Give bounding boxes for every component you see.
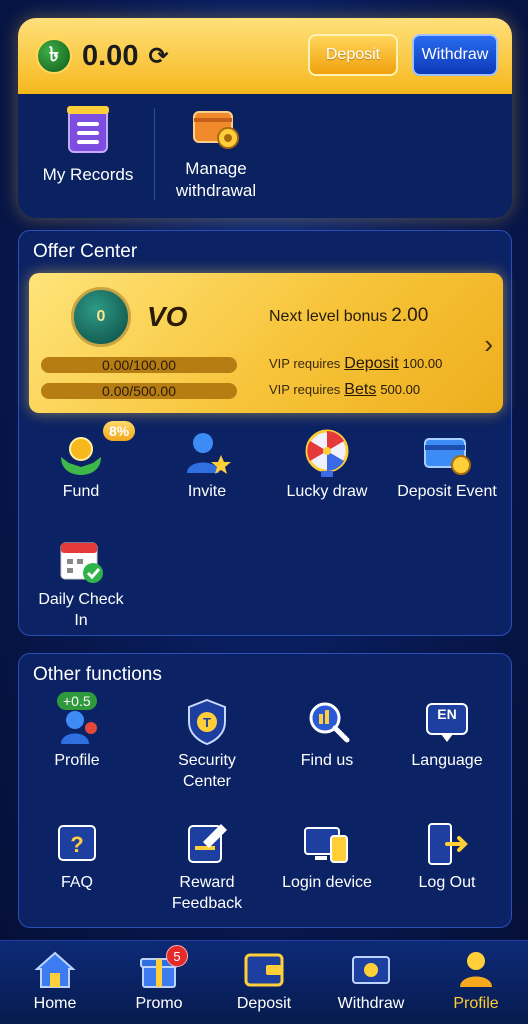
profile-label: Profile bbox=[54, 752, 100, 769]
divider bbox=[154, 108, 155, 200]
login-device-label: Login device bbox=[282, 874, 372, 891]
bets-req-prefix: VIP requires bbox=[269, 382, 341, 397]
next-level-value: 2.00 bbox=[391, 305, 429, 326]
nav-promo[interactable]: 5 Promo bbox=[114, 945, 204, 1013]
records-row: My Records Manage withdrawal bbox=[18, 94, 512, 218]
nav-deposit[interactable]: Deposit bbox=[219, 947, 309, 1013]
profile-bonus-badge: +0.5 bbox=[57, 692, 97, 710]
vip-card[interactable]: 0 VO Next level bonus 2.00 0.00/100.00 0.… bbox=[29, 273, 503, 413]
fund-icon bbox=[61, 437, 101, 475]
question-icon: ? bbox=[58, 825, 96, 861]
language-item[interactable]: EN Language bbox=[397, 696, 497, 771]
bets-progress-bar: 0.00/500.00 bbox=[41, 383, 237, 399]
bets-requirement: VIP requires Bets 500.00 bbox=[269, 381, 420, 399]
logout-door-icon bbox=[428, 823, 468, 865]
bets-link[interactable]: Bets bbox=[344, 381, 376, 398]
log-out-item[interactable]: Log Out bbox=[397, 818, 497, 893]
deposit-req-value: 100.00 bbox=[402, 356, 443, 371]
language-code: EN bbox=[437, 706, 457, 722]
invite-item[interactable]: Invite bbox=[157, 427, 257, 502]
fund-label: Fund bbox=[62, 483, 100, 500]
balance-card: ৳ 0.00 ⟳ Deposit Withdraw My Records Man… bbox=[18, 18, 512, 218]
security-center-label: Security Center bbox=[178, 752, 236, 790]
bets-req-value: 500.00 bbox=[380, 382, 421, 397]
deposit-button[interactable]: Deposit bbox=[308, 34, 398, 76]
nav-promo-label: Promo bbox=[135, 995, 183, 1012]
nav-profile[interactable]: Profile bbox=[431, 947, 521, 1013]
deposit-event-item[interactable]: Deposit Event bbox=[397, 427, 497, 502]
deposit-requirement: VIP requires Deposit 100.00 bbox=[269, 355, 442, 373]
nav-home[interactable]: Home bbox=[10, 947, 100, 1013]
daily-check-in-item[interactable]: Daily Check In bbox=[31, 535, 131, 631]
home-icon bbox=[34, 951, 76, 988]
svg-text:T: T bbox=[203, 715, 211, 730]
reward-feedback-label: Reward Feedback bbox=[171, 874, 243, 912]
lucky-draw-label: Lucky draw bbox=[286, 483, 368, 500]
balance-amount: 0.00 bbox=[82, 39, 139, 72]
next-level-bonus: Next level bonus 2.00 bbox=[269, 305, 428, 327]
other-functions-title: Other functions bbox=[33, 664, 162, 685]
find-us-label: Find us bbox=[300, 752, 354, 769]
profile-icon bbox=[460, 952, 492, 987]
chevron-right-icon[interactable]: › bbox=[484, 329, 493, 360]
faq-item[interactable]: ? FAQ bbox=[27, 818, 127, 893]
vip-level: VO bbox=[147, 301, 188, 332]
language-bubble-icon bbox=[426, 703, 468, 742]
deposit-link[interactable]: Deposit bbox=[344, 355, 398, 372]
wallet-settings-icon bbox=[193, 111, 239, 149]
nav-home-label: Home bbox=[33, 995, 77, 1012]
security-center-item[interactable]: T Security Center bbox=[157, 696, 257, 792]
feedback-edit-icon bbox=[188, 824, 227, 863]
shield-icon: T bbox=[188, 698, 226, 746]
login-device-item[interactable]: Login device bbox=[277, 818, 377, 893]
deposit-req-prefix: VIP requires bbox=[269, 356, 341, 371]
nav-deposit-label: Deposit bbox=[236, 995, 292, 1012]
lucky-wheel-icon bbox=[305, 429, 349, 477]
other-functions-card: Other functions +0.5 Profile T Security … bbox=[18, 653, 512, 928]
svg-text:?: ? bbox=[70, 832, 83, 857]
manage-withdrawal-label: Manage withdrawal bbox=[175, 159, 257, 200]
balance-bar: ৳ 0.00 ⟳ Deposit Withdraw bbox=[18, 18, 512, 94]
find-us-item[interactable]: Find us bbox=[277, 696, 377, 771]
offer-center-card: Offer Center 0 VO Next level bonus 2.00 0… bbox=[18, 230, 512, 636]
profile-item[interactable]: +0.5 Profile bbox=[27, 692, 127, 771]
fund-item[interactable]: 8% Fund bbox=[31, 421, 136, 502]
language-label: Language bbox=[411, 752, 483, 769]
offer-center-title: Offer Center bbox=[33, 241, 138, 262]
currency-coin-icon: ৳ bbox=[36, 38, 72, 74]
wallet-icon bbox=[244, 953, 284, 987]
deposit-event-label: Deposit Event bbox=[397, 483, 497, 500]
refresh-icon[interactable]: ⟳ bbox=[148, 42, 168, 71]
magnifier-icon bbox=[309, 702, 350, 743]
nav-withdraw-label: Withdraw bbox=[337, 995, 405, 1012]
invite-label: Invite bbox=[187, 483, 227, 500]
lucky-draw-item[interactable]: Lucky draw bbox=[277, 427, 377, 502]
bottom-nav: Home 5 Promo Deposit Withdraw Profile bbox=[0, 940, 528, 1024]
faq-label: FAQ bbox=[60, 874, 93, 891]
fund-rate-badge: 8% bbox=[103, 421, 136, 441]
next-level-label: Next level bonus bbox=[269, 308, 388, 325]
invite-user-icon bbox=[187, 433, 231, 474]
nav-profile-label: Profile bbox=[453, 995, 499, 1012]
log-out-label: Log Out bbox=[418, 874, 476, 891]
reward-feedback-item[interactable]: Reward Feedback bbox=[157, 818, 257, 914]
devices-icon bbox=[304, 827, 348, 863]
my-records-item[interactable]: My Records bbox=[38, 104, 138, 186]
withdraw-button[interactable]: Withdraw bbox=[412, 34, 498, 76]
daily-check-in-label: Daily Check In bbox=[38, 591, 124, 629]
manage-withdrawal-item[interactable]: Manage withdrawal bbox=[166, 104, 266, 202]
my-records-label: My Records bbox=[42, 165, 134, 184]
withdraw-cash-icon bbox=[352, 956, 390, 984]
promo-count-badge: 5 bbox=[166, 945, 188, 967]
deposit-card-icon bbox=[424, 438, 471, 475]
deposit-progress-bar: 0.00/100.00 bbox=[41, 357, 237, 373]
calendar-check-icon bbox=[60, 542, 103, 583]
vip-badge-icon: 0 bbox=[71, 287, 131, 347]
nav-withdraw[interactable]: Withdraw bbox=[326, 947, 416, 1013]
records-icon bbox=[67, 106, 109, 153]
